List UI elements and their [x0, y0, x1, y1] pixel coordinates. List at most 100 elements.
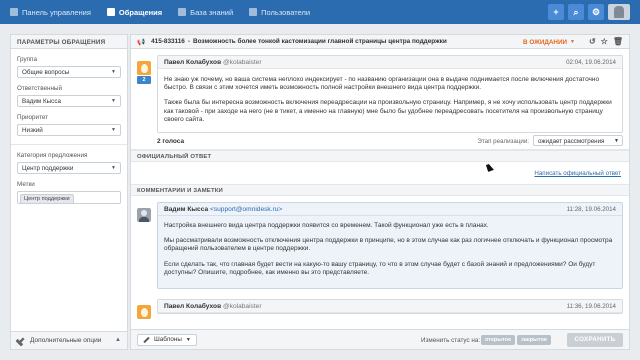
message-paragraph: Также была бы интересна возможность вклю… [164, 99, 612, 123]
nav-dashboard[interactable]: Панель управления [10, 8, 91, 17]
priority-select[interactable]: Низкий ▼ [17, 124, 121, 136]
megaphone-icon: 📢 [137, 38, 146, 46]
chevron-down-icon[interactable]: ▼ [570, 39, 575, 45]
comment-author[interactable]: Вадим Кысса [164, 206, 208, 213]
comment: Павел Колабухов @kolabaister 11:36, 19.0… [131, 299, 629, 320]
votes-row: 2 голоса Этап реализации: ожидает рассмо… [131, 133, 629, 149]
comment-header: Павел Колабухов @kolabaister 11:36, 19.0… [158, 300, 622, 314]
stage-label: Этап реализации: [477, 138, 529, 146]
nav-tickets-label: Обращения [118, 7, 163, 17]
official-answer-header: ОФИЦИАЛЬНЫЙ ОТВЕТ [131, 150, 629, 163]
additional-options-label: Дополнительные опции [30, 337, 102, 344]
original-message: 2 Павел Колабухов @kolabaister 02:04, 19… [131, 55, 629, 151]
templates-button[interactable]: Шаблоны ▼ [137, 333, 197, 346]
status-open-button[interactable]: открытое [481, 335, 516, 345]
sidebar-divider [11, 144, 127, 145]
comments-header: КОММЕНТАРИИ И ЗАМЕТКИ [131, 184, 629, 197]
comment-paragraph: Мы рассматривали возможность отключения … [164, 237, 613, 253]
ticket-title: Возможность более тонкой кастомизации гл… [193, 38, 447, 45]
comment: Вадим Кысса <support@omnidesk.ru> 11:28,… [131, 202, 629, 293]
chevron-down-icon: ▼ [111, 127, 116, 133]
group-select[interactable]: Общие вопросы ▼ [17, 66, 121, 78]
assignee-value: Вадим Кысса [22, 98, 61, 105]
assignee-select[interactable]: Вадим Кысса ▼ [17, 95, 121, 107]
author-avatar [137, 305, 151, 320]
egg-avatar-icon [140, 307, 148, 317]
status-dropdown[interactable]: В ОЖИДАНИИ [523, 39, 567, 46]
templates-label: Шаблоны [154, 336, 182, 343]
nav-knowledge-base-label: База знаний [190, 7, 234, 17]
user-avatar[interactable] [608, 4, 630, 20]
ticket-thread[interactable]: 2 Павел Колабухов @kolabaister 02:04, 19… [131, 49, 629, 331]
comment-card: Вадим Кысса <support@omnidesk.ru> 11:28,… [157, 202, 623, 290]
stage-select[interactable]: ожидает рассмотрения ▼ [533, 135, 623, 147]
category-value: Центр поддержки [22, 165, 74, 172]
ticket-separator: - [187, 38, 190, 45]
author-avatar [137, 61, 151, 75]
comment-body: Настройка внешнего вида центра поддержки… [158, 216, 622, 288]
nav-dashboard-label: Панель управления [22, 7, 91, 17]
message-handle[interactable]: @kolabaister [223, 59, 262, 66]
message-body: Не знаю уж почему, но ваша система непло… [158, 69, 622, 132]
ticket-params-sidebar: ПАРАМЕТРЫ ОБРАЩЕНИЯ Группа Общие вопросы… [10, 34, 128, 350]
comment-handle[interactable]: @kolabaister [223, 303, 262, 310]
nav-users-label: Пользователи [261, 7, 311, 17]
message-paragraph: Не знаю уж почему, но ваша система непло… [164, 76, 600, 92]
nav-knowledge-base[interactable]: База знаний [178, 8, 233, 17]
message-author[interactable]: Павел Колабухов [164, 59, 221, 66]
users-icon [249, 8, 258, 16]
comment-paragraph: Настройка внешнего вида центра поддержки… [164, 222, 489, 230]
status-closed-button[interactable]: закрытое [517, 335, 552, 345]
plus-icon[interactable]: + [548, 4, 564, 20]
priority-value: Низкий [22, 127, 43, 134]
group-label: Группа [17, 56, 37, 63]
tickets-icon [106, 8, 115, 16]
message-date: 02:04, 19.06.2014 [566, 59, 616, 66]
egg-avatar-icon [140, 63, 148, 73]
assignee-label: Ответственный [17, 85, 62, 92]
avatar-icon [614, 6, 624, 18]
message-card: Павел Колабухов @kolabaister 02:04, 19.0… [157, 55, 623, 134]
pencil-icon [143, 336, 150, 343]
chevron-up-icon: ▲ [115, 337, 121, 343]
bottom-toolbar: Шаблоны ▼ Изменить статус на: открытое з… [131, 329, 629, 349]
write-official-answer-link[interactable]: Написать официальный ответ [534, 170, 621, 177]
agent-avatar [137, 208, 151, 223]
chevron-down-icon: ▼ [111, 165, 116, 171]
tag-chip[interactable]: Центр поддержки [20, 194, 74, 204]
comment-date: 11:36, 19.06.2014 [566, 303, 616, 311]
dashboard-icon [10, 8, 18, 16]
gear-icon[interactable]: ⚙ [588, 4, 604, 20]
message-header: Павел Колабухов @kolabaister 02:04, 19.0… [158, 56, 622, 69]
chevron-down-icon: ▼ [111, 98, 116, 104]
nav-tickets[interactable]: Обращения [106, 7, 163, 17]
tags-label: Метки [17, 181, 35, 188]
history-icon[interactable]: ↺ [589, 37, 596, 46]
tags-input[interactable]: Центр поддержки [17, 191, 121, 204]
comment-header: Вадим Кысса <support@omnidesk.ru> 11:28,… [158, 203, 622, 217]
save-button[interactable]: СОХРАНИТЬ [567, 333, 623, 347]
group-value: Общие вопросы [22, 69, 70, 76]
comment-date: 11:28, 19.06.2014 [566, 206, 616, 214]
votes-count: 2 голоса [157, 137, 185, 145]
avatar-body [139, 217, 149, 223]
nav-users[interactable]: Пользователи [249, 8, 310, 17]
ticket-header: 📢 415-833116 - Возможность более тонкой … [131, 35, 629, 49]
comment-author[interactable]: Павел Колабухов [164, 303, 221, 310]
mouse-cursor [486, 163, 494, 172]
category-label: Категория предложения [17, 152, 88, 159]
star-icon[interactable]: ☆ [601, 37, 608, 46]
top-actions: + ⌕ ⚙ [548, 4, 630, 20]
search-icon[interactable]: ⌕ [568, 4, 584, 20]
official-answer-row: Написать официальный ответ [131, 162, 629, 184]
category-select[interactable]: Центр поддержки ▼ [17, 162, 121, 174]
comment-email[interactable]: <support@omnidesk.ru> [210, 206, 282, 213]
priority-label: Приоритет [17, 114, 49, 121]
additional-options[interactable]: Дополнительные опции ▲ [11, 331, 127, 349]
ticket-id: 415-833116 [151, 38, 185, 45]
comment-paragraph: Если сделать так, что главная будет вест… [164, 260, 596, 276]
wrench-icon [15, 335, 26, 346]
delete-icon[interactable]: 🗑 [613, 37, 623, 46]
change-status-label: Изменить статус на: [421, 337, 481, 344]
top-navbar: Панель управления Обращения База знаний … [0, 0, 640, 24]
